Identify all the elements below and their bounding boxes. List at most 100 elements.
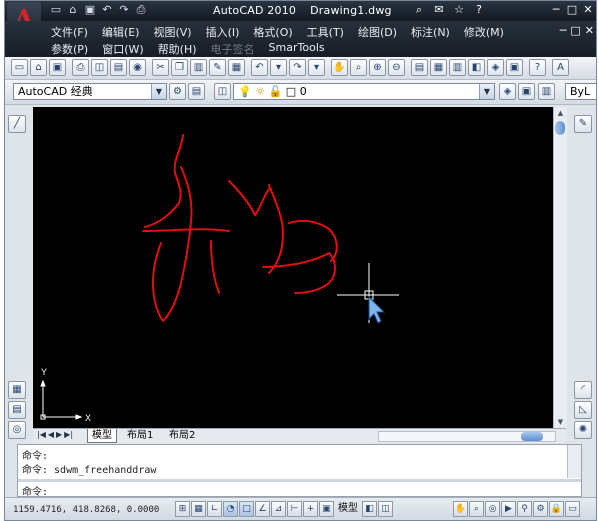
workspace-dropdown[interactable]: AutoCAD 经典 ▼	[13, 83, 167, 100]
minimize-button[interactable]: ─	[550, 3, 562, 16]
match-properties-icon[interactable]: ✎	[209, 59, 226, 76]
pan-icon[interactable]: ✋	[331, 59, 348, 76]
zoom-window-icon[interactable]: ⊕	[369, 59, 386, 76]
zoom-previous-icon[interactable]: ⊖	[388, 59, 405, 76]
favorites-icon[interactable]: ☆	[451, 2, 467, 18]
plot-preview-icon[interactable]: ◫	[91, 59, 108, 76]
explode-icon[interactable]: ✺	[574, 421, 592, 439]
menu-edit[interactable]: 编辑(E)	[102, 24, 140, 40]
design-center-icon[interactable]: ▦	[430, 59, 447, 76]
vertical-scroll-thumb[interactable]	[555, 121, 565, 135]
horizontal-scrollbar[interactable]	[378, 431, 556, 442]
quick-view-drawings-button[interactable]: ◫	[378, 501, 393, 517]
open-icon[interactable]: ⌂	[66, 3, 80, 17]
doc-minimize-button[interactable]: ─	[560, 24, 567, 37]
menu-window[interactable]: 窗口(W)	[102, 41, 143, 57]
open-file-icon[interactable]: ⌂	[30, 59, 47, 76]
color-dropdown[interactable]: ByL	[565, 83, 596, 100]
ortho-mode-button[interactable]: ∟	[207, 501, 222, 517]
dynamic-ucs-button[interactable]: ⊿	[271, 501, 286, 517]
help-tool-icon[interactable]: ?	[529, 59, 546, 76]
publish-icon[interactable]: ▤	[110, 59, 127, 76]
chamfer-icon[interactable]: ◺	[574, 401, 592, 419]
make-current-layer-icon[interactable]: ◈	[499, 83, 516, 100]
paste-icon[interactable]: ▥	[190, 59, 207, 76]
scroll-up-icon[interactable]: ▲	[554, 107, 567, 119]
doc-restore-button[interactable]: □	[570, 24, 580, 37]
next-tab-icon[interactable]: ▶	[56, 430, 62, 439]
menu-file[interactable]: 文件(F)	[51, 24, 88, 40]
first-tab-icon[interactable]: |◀	[37, 430, 46, 439]
doc-close-button[interactable]: ✕	[585, 24, 594, 37]
horizontal-scroll-thumb[interactable]	[521, 432, 543, 441]
redo-icon[interactable]: ↷	[117, 3, 131, 17]
sheet-set-icon[interactable]: ◧	[468, 59, 485, 76]
quick-view-layouts-button[interactable]: ◧	[362, 501, 377, 517]
command-scrollbar[interactable]	[567, 445, 581, 478]
redo-tool-icon[interactable]: ↷	[289, 59, 306, 76]
command-window[interactable]: 命令: 命令: sdwm_freehanddraw 命令:	[17, 444, 582, 498]
drawing-canvas[interactable]: Y X	[33, 107, 553, 428]
layer-states-icon[interactable]: ◫	[214, 83, 231, 100]
menu-format[interactable]: 格式(O)	[253, 24, 292, 40]
table-icon[interactable]: ▦	[8, 381, 26, 399]
dynamic-input-button[interactable]: ⊢	[287, 501, 302, 517]
maximize-button[interactable]: □	[566, 3, 578, 16]
menu-tools[interactable]: 工具(T)	[307, 24, 344, 40]
properties-icon[interactable]: ▤	[411, 59, 428, 76]
block-editor-icon[interactable]: ▦	[228, 59, 245, 76]
lineweight-button[interactable]: +	[303, 501, 318, 517]
object-snap-button[interactable]: □	[239, 501, 254, 517]
communication-icon[interactable]: ✉	[431, 2, 447, 18]
save-icon[interactable]: ▣	[83, 3, 97, 17]
tab-layout1[interactable]: 布局1	[123, 429, 157, 442]
close-button[interactable]: ✕	[582, 3, 594, 16]
undo-icon[interactable]: ↶	[100, 3, 114, 17]
undo-tool-icon[interactable]: ↶	[251, 59, 268, 76]
pan-status-icon[interactable]: ✋	[453, 501, 468, 517]
prev-tab-icon[interactable]: ◀	[48, 430, 54, 439]
vertical-scrollbar[interactable]: ▲ ▼	[553, 107, 567, 428]
tool-palettes-icon[interactable]: ▥	[449, 59, 466, 76]
new-icon[interactable]: ▭	[49, 3, 63, 17]
menu-e-signature[interactable]: 电子签名	[211, 41, 255, 57]
object-snap-tracking-button[interactable]: ∠	[255, 501, 270, 517]
help-icon[interactable]: ?	[471, 2, 487, 18]
scroll-down-icon[interactable]: ▼	[554, 416, 567, 428]
redo-dropdown-icon[interactable]: ▾	[308, 59, 325, 76]
save-file-icon[interactable]: ▣	[49, 59, 66, 76]
qnew-icon[interactable]: ▭	[11, 59, 28, 76]
toolbar-lock-icon[interactable]: 🔒	[549, 501, 564, 517]
hatch-icon[interactable]: ▤	[8, 401, 26, 419]
workspace-switch-icon[interactable]: ⚙	[533, 501, 548, 517]
zoom-realtime-icon[interactable]: ⌕	[350, 59, 367, 76]
menu-modify[interactable]: 修改(M)	[464, 24, 504, 40]
quick-properties-button[interactable]: ▣	[319, 501, 334, 517]
cut-icon[interactable]: ✂	[152, 59, 169, 76]
menu-insert[interactable]: 插入(I)	[206, 24, 240, 40]
layer-isolate-icon[interactable]: ▥	[538, 83, 555, 100]
last-tab-icon[interactable]: ▶|	[64, 430, 73, 439]
plot-icon[interactable]: ⎙	[134, 3, 148, 17]
line-icon[interactable]: ╱	[8, 115, 26, 133]
model-space-label[interactable]: 模型	[335, 501, 361, 517]
layer-previous-icon[interactable]: ▣	[518, 83, 535, 100]
menu-help[interactable]: 帮助(H)	[158, 41, 197, 57]
polar-tracking-button[interactable]: ◔	[223, 501, 238, 517]
steering-wheel-icon[interactable]: ◎	[485, 501, 500, 517]
menu-smartools[interactable]: SmarTools	[269, 41, 325, 57]
clean-screen-icon[interactable]: ▭	[565, 501, 580, 517]
menu-draw[interactable]: 绘图(D)	[358, 24, 397, 40]
grid-display-button[interactable]: ▦	[191, 501, 206, 517]
tab-model[interactable]: 模型	[87, 429, 117, 443]
menu-parametric[interactable]: 参数(P)	[51, 41, 88, 57]
search-icon[interactable]: ⌕	[411, 2, 427, 18]
annotation-scale-icon[interactable]: ⚲	[517, 501, 532, 517]
tab-layout2[interactable]: 布局2	[165, 429, 199, 442]
quickcalc-icon[interactable]: ▣	[506, 59, 523, 76]
erase-icon[interactable]: ✎	[574, 115, 592, 133]
print-icon[interactable]: ⎙	[72, 59, 89, 76]
zoom-status-icon[interactable]: ⌕	[469, 501, 484, 517]
text-style-icon[interactable]: A	[552, 59, 569, 76]
copy-icon[interactable]: ❐	[171, 59, 188, 76]
